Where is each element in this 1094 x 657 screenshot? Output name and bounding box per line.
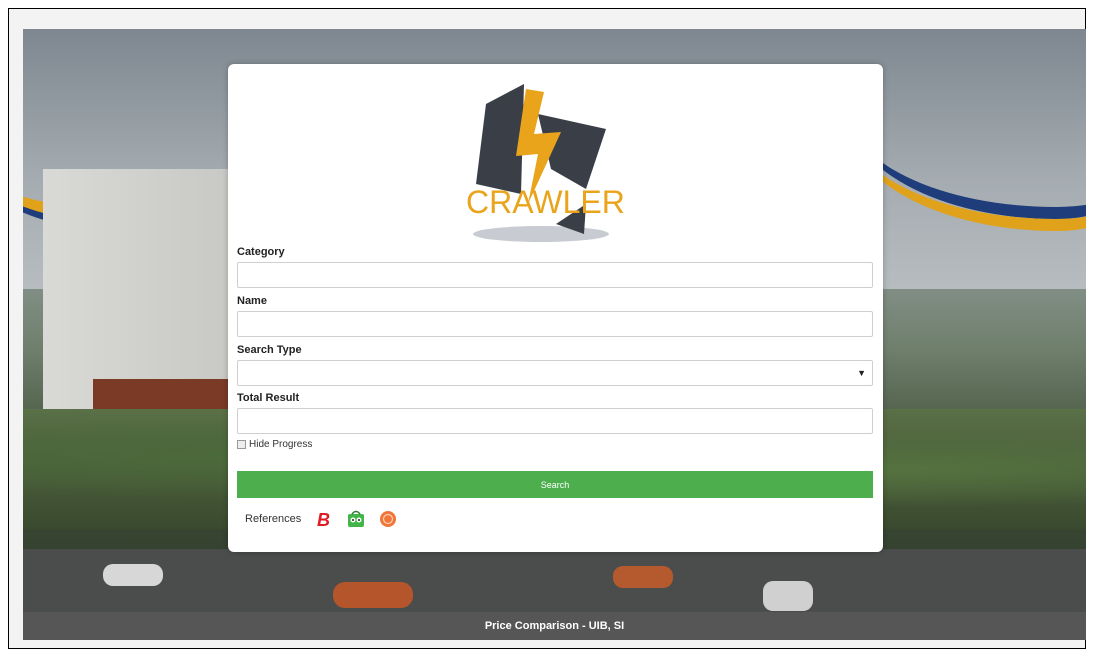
search-button[interactable]: Search xyxy=(237,471,873,498)
search-type-select[interactable]: ▼ xyxy=(237,360,873,386)
logo-text: CRAWLER xyxy=(466,184,625,220)
hide-progress-checkbox[interactable] xyxy=(237,440,246,449)
bukalapak-icon[interactable]: B xyxy=(315,510,333,529)
shopee-icon[interactable] xyxy=(379,510,397,528)
chevron-down-icon: ▼ xyxy=(857,368,866,378)
category-label: Category xyxy=(237,246,285,258)
references-row: References B xyxy=(245,510,397,529)
hide-progress-row[interactable]: Hide Progress xyxy=(237,439,312,450)
references-label: References xyxy=(245,513,302,525)
crawler-form-panel: CRAWLER Category Name Search Type ▼ Tota… xyxy=(228,64,883,552)
footer: Price Comparison - UIB, SI xyxy=(23,612,1086,640)
category-input[interactable] xyxy=(237,262,873,288)
tokopedia-icon[interactable] xyxy=(347,510,365,528)
svg-text:B: B xyxy=(317,510,330,529)
total-result-label: Total Result xyxy=(237,392,300,404)
name-label: Name xyxy=(237,295,267,307)
total-result-input[interactable] xyxy=(237,408,873,434)
hide-progress-label: Hide Progress xyxy=(249,439,313,450)
name-input[interactable] xyxy=(237,311,873,337)
search-type-label: Search Type xyxy=(237,344,302,356)
crawler-logo: CRAWLER xyxy=(466,74,625,244)
